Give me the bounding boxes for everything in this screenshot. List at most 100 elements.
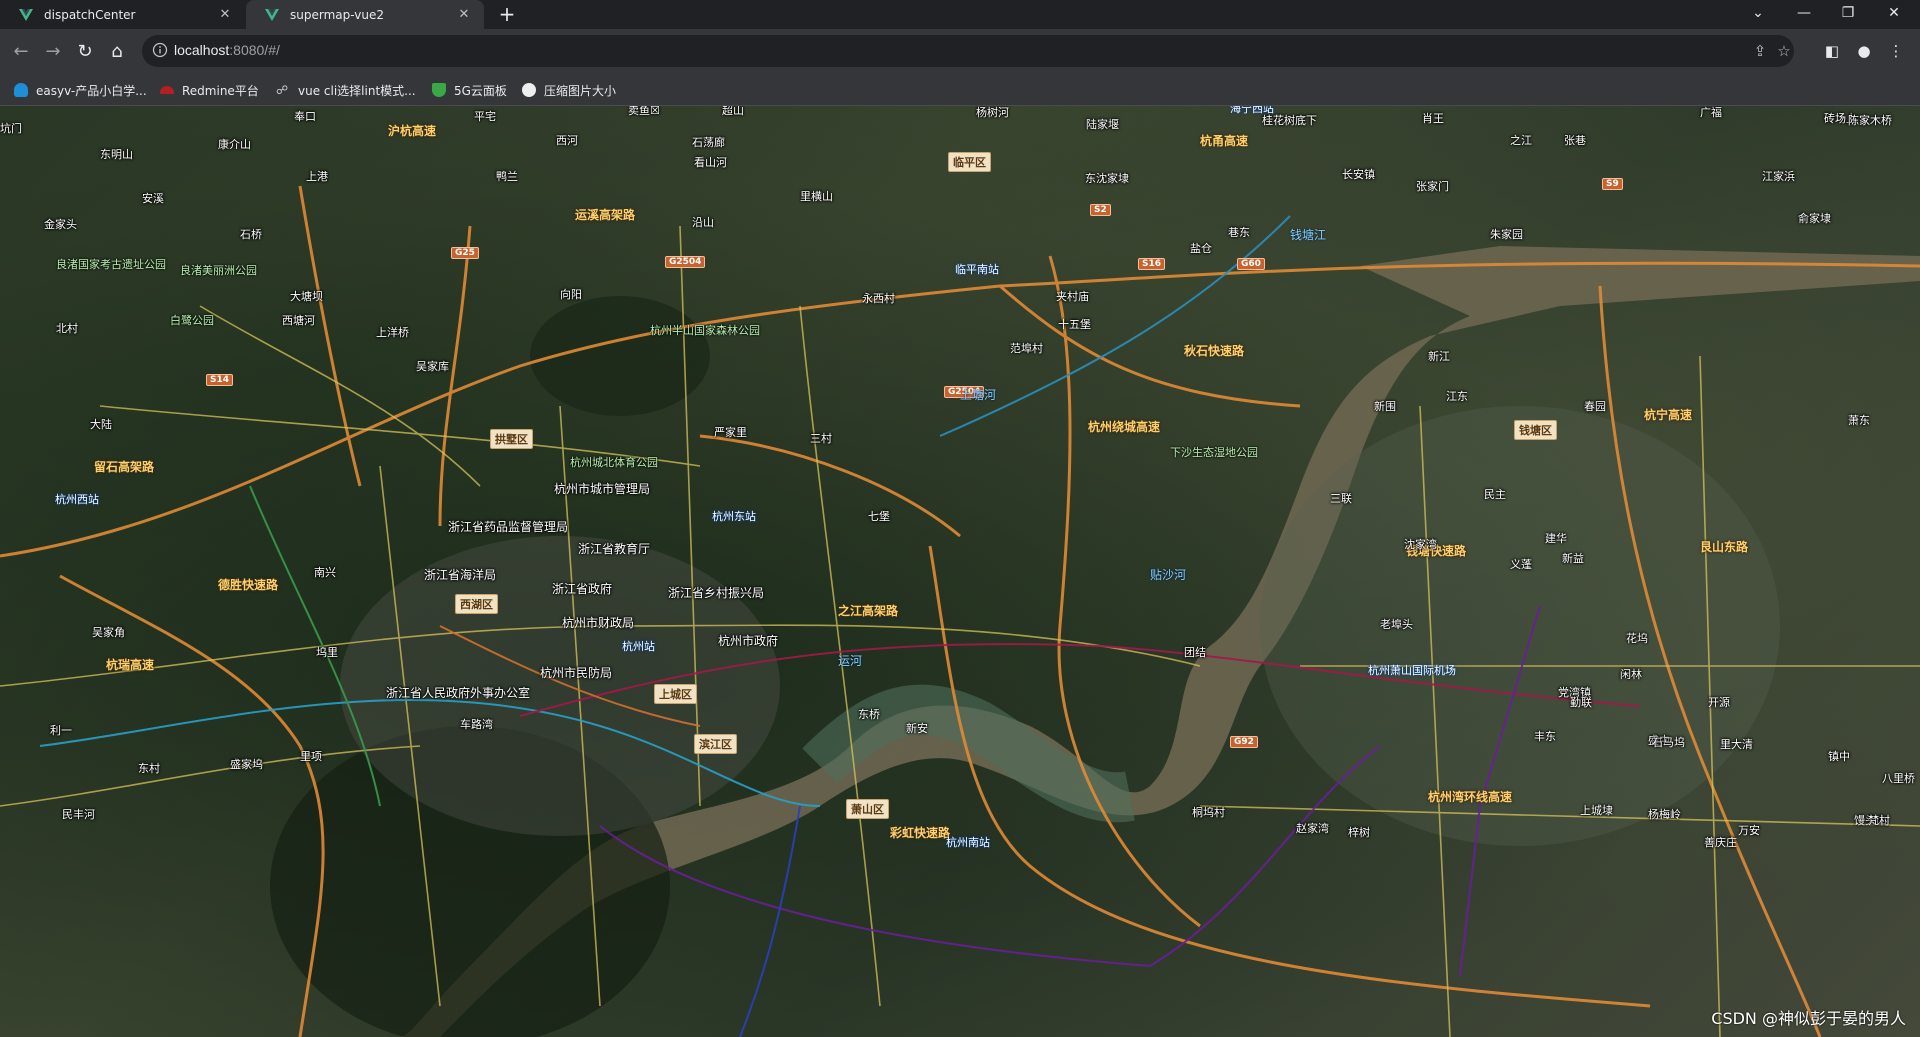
place-label: 吴家角 [92,626,125,639]
org-label: 浙江省药品监督管理局 [448,520,569,534]
redmine-icon [160,86,174,94]
place-label: 安溪 [142,192,164,205]
station-label: 杭州南站 [946,836,990,849]
menu-kebab-icon[interactable]: ⋮ [1884,39,1908,63]
tab-search-chevron-icon[interactable]: ⌄ [1736,0,1780,29]
place-label: 江东 [1446,390,1468,403]
district-label: 临平区 [948,152,991,172]
place-label: 沿山 [692,216,714,229]
url-path: :8080/#/ [229,42,280,58]
place-label: 建华 [1545,532,1567,545]
site-info-icon[interactable] [152,42,168,58]
place-label: 杨梅岭 [1648,808,1681,821]
place-label: 三村 [810,432,832,445]
place-label: 赵家湾 [1296,822,1329,835]
minimize-button[interactable]: — [1782,0,1826,29]
route-shield: S2 [1090,204,1111,216]
forward-icon[interactable]: → [40,39,66,65]
place-label: 新安 [906,722,928,735]
place-label: 七堡 [868,510,890,523]
map-layer-svg [0,185,1920,1037]
highway-label: 秋石快速路 [1184,344,1245,358]
side-panel-icon[interactable]: ◧ [1820,39,1844,63]
district-label: 拱墅区 [490,429,533,449]
bookmark-label: 5G云面板 [454,83,507,98]
place-label: 东沈家埭 [1085,172,1129,185]
place-label: 利一 [50,724,72,737]
reload-icon[interactable]: ↻ [72,39,98,65]
place-label: 永西村 [862,292,895,305]
place-label: 朱家园 [1490,228,1523,241]
bookmark-easyv[interactable]: easyv-产品小白学... [14,80,147,100]
route-shield: G92 [1230,736,1258,748]
place-label: 卖鱼☒ [628,106,660,117]
close-tab-icon[interactable]: ✕ [454,7,474,22]
place-label: 坞里 [316,646,338,659]
org-label: 杭州市政府 [718,634,779,648]
org-label: 浙江省乡村振兴局 [668,586,765,600]
restore-button[interactable]: ❐ [1826,0,1870,29]
tab-dispatch-center[interactable]: dispatchCenter ✕ [0,0,245,29]
highway-label: 运溪高架路 [575,208,636,222]
place-label: 石桥 [240,228,262,241]
new-tab-button[interactable]: + [495,2,519,26]
place-label: 梓树 [1348,826,1370,839]
river-label: 上塘河 [960,388,997,402]
district-label: 滨江区 [694,734,737,754]
place-label: 西塘河 [282,314,315,327]
place-label: 老埠头 [1380,618,1413,631]
tab-supermap-vue2[interactable]: supermap-vue2 ✕ [246,0,484,29]
bookmark-compress[interactable]: 压缩图片大小 [522,80,616,100]
place-label: 金家头 [44,218,77,231]
address-bar[interactable]: localhost:8080/#/ ⇪ ☆ [142,35,1794,67]
place-label: 平宅 [474,110,496,123]
district-label: 西湖区 [455,594,498,614]
bookmark-label: easyv-产品小白学... [36,83,147,98]
home-icon[interactable]: ⌂ [104,39,130,65]
station-label: 杭州萧山国际机场 [1368,664,1456,677]
place-label: 里横山 [800,190,833,203]
place-label: 义蓬 [1510,558,1532,571]
place-label: 十五堡 [1058,318,1091,331]
profile-icon[interactable]: ● [1852,39,1876,63]
bookmark-vue-cli[interactable]: ☍ vue cli选择lint模式... [276,80,416,100]
share-icon[interactable]: ⇪ [1750,41,1770,61]
place-label: 陆家堰 [1086,118,1119,131]
place-label: 沈家湾 [1404,538,1437,551]
place-label: 萧东 [1848,414,1870,427]
place-label: 康介山 [218,138,251,151]
place-label: 新围 [1374,400,1396,413]
map-canvas[interactable]: 临平区 拱墅区 西湖区 钱塘区 上城区 滨江区 萧山区 G25 G2504 S2… [0,106,1920,1037]
link-icon: ☍ [276,83,289,97]
place-label: 长安镇 [1342,168,1375,181]
place-label: 镇中 [1828,750,1850,763]
bookmark-redmine[interactable]: Redmine平台 [160,80,259,100]
panda-icon [522,83,536,97]
place-label: 之江 [1510,134,1532,147]
bookmark-star-icon[interactable]: ☆ [1774,41,1794,61]
park-label: 良渚国家考古遗址公园 [56,258,166,271]
place-label: 上港 [306,170,328,183]
vue-logo-icon [18,7,34,23]
place-label: 西河 [556,134,578,147]
back-icon[interactable]: ← [8,39,34,65]
park-label: 杭州城北体育公园 [570,456,658,469]
route-shield: G25 [451,247,479,259]
place-label: 上洋桥 [376,326,409,339]
cloud-icon [14,83,28,97]
close-tab-icon[interactable]: ✕ [215,7,235,22]
river-label: 运河 [838,654,863,668]
place-label: 巷东 [1228,226,1250,239]
csdn-watermark: CSDN @神似彭于晏的男人 [1711,1009,1906,1028]
park-label: 白鹭公园 [170,314,214,327]
bookmarks-bar: easyv-产品小白学... Redmine平台 ☍ vue cli选择lint模… [0,75,1920,106]
vue-logo-icon [264,7,280,23]
close-window-button[interactable]: ✕ [1872,0,1916,29]
place-label: 上城埭 [1580,804,1613,817]
bookmark-5g[interactable]: 5G云面板 [432,80,507,100]
tab-strip: dispatchCenter ✕ supermap-vue2 ✕ + ⌄ — ❐… [0,0,1920,29]
xiaoshan-area-shape [1260,406,1780,846]
org-label: 杭州市财政局 [562,616,635,630]
place-label: 民丰河 [62,808,95,821]
place-label: 盐仓 [1190,242,1212,255]
